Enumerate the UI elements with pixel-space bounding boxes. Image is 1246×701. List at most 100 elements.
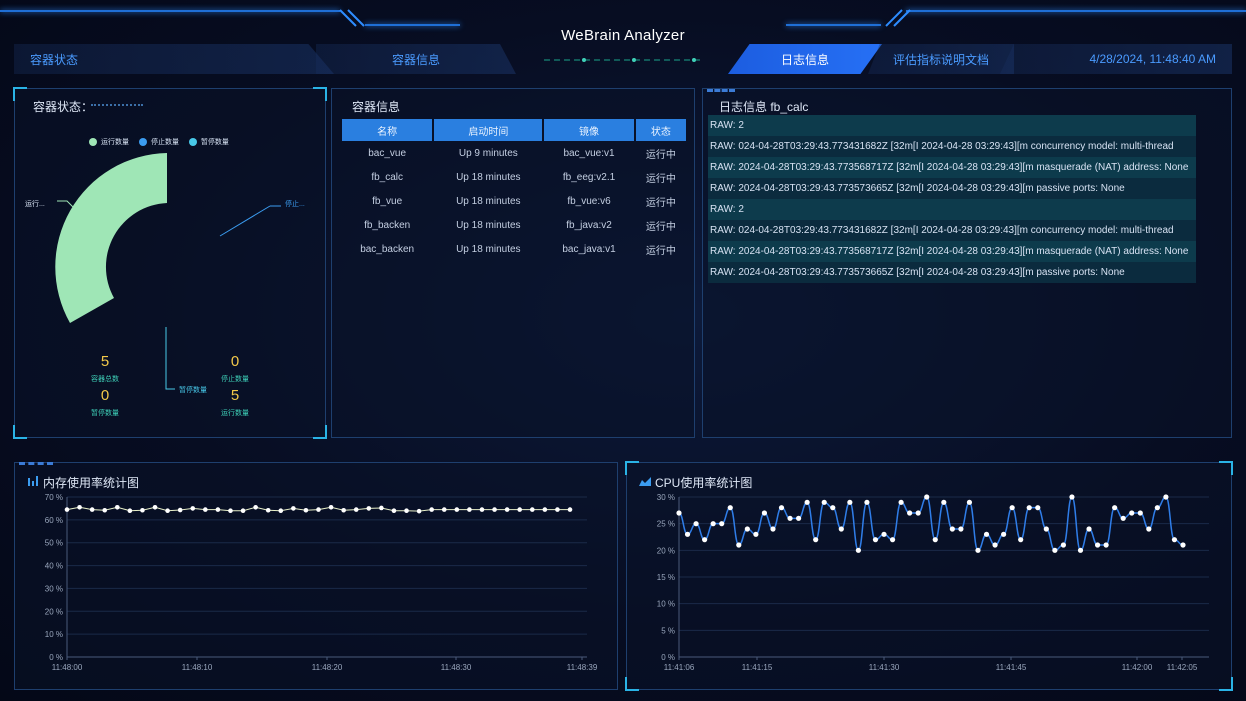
legend-item-paused[interactable]: 暂停数量 — [189, 139, 229, 146]
cpu-data-point[interactable] — [890, 537, 895, 542]
table-row[interactable]: bac_vue Up 9 minutes bac_vue:v1 运行中 — [342, 141, 686, 165]
column-header-uptime[interactable]: 启动时间 — [434, 119, 542, 141]
cpu-data-point[interactable] — [975, 548, 980, 553]
table-row[interactable]: fb_vue Up 18 minutes fb_vue:v6 运行中 — [342, 189, 686, 213]
cpu-data-point[interactable] — [992, 542, 997, 547]
cpu-data-point[interactable] — [728, 505, 733, 510]
tab-container-info[interactable]: 容器信息 — [316, 44, 516, 74]
memory-data-point[interactable] — [153, 505, 158, 510]
cpu-data-point[interactable] — [1172, 537, 1177, 542]
cpu-data-point[interactable] — [719, 521, 724, 526]
memory-data-point[interactable] — [392, 508, 397, 513]
cpu-data-point[interactable] — [1027, 505, 1032, 510]
memory-data-point[interactable] — [165, 508, 170, 513]
cpu-data-point[interactable] — [1121, 516, 1126, 521]
cpu-data-point[interactable] — [770, 526, 775, 531]
column-header-image[interactable]: 镜像 — [544, 119, 633, 141]
memory-data-point[interactable] — [480, 507, 485, 512]
memory-data-point[interactable] — [228, 508, 233, 513]
cpu-data-point[interactable] — [779, 505, 784, 510]
memory-data-point[interactable] — [341, 508, 346, 513]
table-row[interactable]: bac_backen Up 18 minutes bac_java:v1 运行中 — [342, 237, 686, 261]
memory-data-point[interactable] — [492, 507, 497, 512]
cpu-data-point[interactable] — [1052, 548, 1057, 553]
memory-data-point[interactable] — [90, 507, 95, 512]
table-row[interactable]: fb_backen Up 18 minutes fb_java:v2 运行中 — [342, 213, 686, 237]
memory-data-point[interactable] — [404, 508, 409, 513]
cpu-data-point[interactable] — [1112, 505, 1117, 510]
memory-data-point[interactable] — [102, 508, 107, 513]
cpu-data-point[interactable] — [941, 500, 946, 505]
legend-item-stopped[interactable]: 停止数量 — [139, 139, 179, 146]
tab-log-info[interactable]: 日志信息 — [728, 44, 882, 74]
cpu-data-point[interactable] — [907, 510, 912, 515]
cpu-data-point[interactable] — [1044, 526, 1049, 531]
cpu-data-point[interactable] — [1001, 532, 1006, 537]
cpu-data-point[interactable] — [1155, 505, 1160, 510]
cpu-data-point[interactable] — [787, 516, 792, 521]
memory-data-point[interactable] — [367, 506, 372, 511]
memory-data-point[interactable] — [316, 507, 321, 512]
cpu-data-point[interactable] — [1010, 505, 1015, 510]
cpu-data-point[interactable] — [1061, 542, 1066, 547]
cpu-data-point[interactable] — [864, 500, 869, 505]
cpu-data-point[interactable] — [924, 494, 929, 499]
column-header-name[interactable]: 名称 — [342, 119, 432, 141]
cpu-data-point[interactable] — [830, 505, 835, 510]
cpu-data-point[interactable] — [822, 500, 827, 505]
memory-data-point[interactable] — [304, 508, 309, 513]
memory-data-point[interactable] — [140, 508, 145, 513]
cpu-data-point[interactable] — [1035, 505, 1040, 510]
cpu-data-point[interactable] — [702, 537, 707, 542]
cpu-data-point[interactable] — [1104, 542, 1109, 547]
cpu-data-point[interactable] — [847, 500, 852, 505]
memory-data-point[interactable] — [379, 506, 384, 511]
tab-container-status[interactable]: 容器状态 — [14, 44, 334, 74]
memory-data-point[interactable] — [178, 508, 183, 513]
cpu-data-point[interactable] — [813, 537, 818, 542]
memory-data-point[interactable] — [77, 505, 82, 510]
log-list[interactable]: RAW: 2 RAW: 024-04-28T03:29:43.773431682… — [708, 115, 1196, 283]
cpu-data-point[interactable] — [967, 500, 972, 505]
memory-data-point[interactable] — [530, 507, 535, 512]
cpu-data-point[interactable] — [873, 537, 878, 542]
table-row[interactable]: fb_calc Up 18 minutes fb_eeg:v2.1 运行中 — [342, 165, 686, 189]
memory-data-point[interactable] — [442, 507, 447, 512]
cpu-data-point[interactable] — [1086, 526, 1091, 531]
cpu-data-point[interactable] — [916, 510, 921, 515]
cpu-data-point[interactable] — [805, 500, 810, 505]
cpu-data-point[interactable] — [1180, 542, 1185, 547]
cpu-data-point[interactable] — [839, 526, 844, 531]
memory-data-point[interactable] — [115, 505, 120, 510]
cpu-data-point[interactable] — [1095, 542, 1100, 547]
cpu-data-point[interactable] — [676, 510, 681, 515]
cpu-data-point[interactable] — [745, 526, 750, 531]
memory-data-point[interactable] — [241, 508, 246, 513]
cpu-data-point[interactable] — [881, 532, 886, 537]
memory-data-point[interactable] — [190, 506, 195, 511]
cpu-data-point[interactable] — [984, 532, 989, 537]
memory-data-point[interactable] — [455, 507, 460, 512]
cpu-data-point[interactable] — [753, 532, 758, 537]
memory-data-point[interactable] — [505, 507, 510, 512]
cpu-data-point[interactable] — [1018, 537, 1023, 542]
memory-data-point[interactable] — [429, 507, 434, 512]
cpu-data-point[interactable] — [950, 526, 955, 531]
cpu-data-point[interactable] — [1138, 510, 1143, 515]
cpu-data-point[interactable] — [958, 526, 963, 531]
memory-data-point[interactable] — [203, 507, 208, 512]
cpu-data-point[interactable] — [899, 500, 904, 505]
memory-data-point[interactable] — [517, 507, 522, 512]
cpu-data-point[interactable] — [736, 542, 741, 547]
cpu-data-point[interactable] — [693, 521, 698, 526]
tab-metrics-doc[interactable]: 评估指标说明文档 — [868, 44, 1014, 74]
memory-data-point[interactable] — [278, 508, 283, 513]
cpu-data-point[interactable] — [856, 548, 861, 553]
memory-data-point[interactable] — [266, 508, 271, 513]
memory-data-point[interactable] — [354, 507, 359, 512]
cpu-data-point[interactable] — [1069, 494, 1074, 499]
cpu-data-point[interactable] — [1146, 526, 1151, 531]
memory-data-point[interactable] — [216, 507, 221, 512]
memory-data-point[interactable] — [417, 509, 422, 514]
memory-data-point[interactable] — [65, 507, 70, 512]
